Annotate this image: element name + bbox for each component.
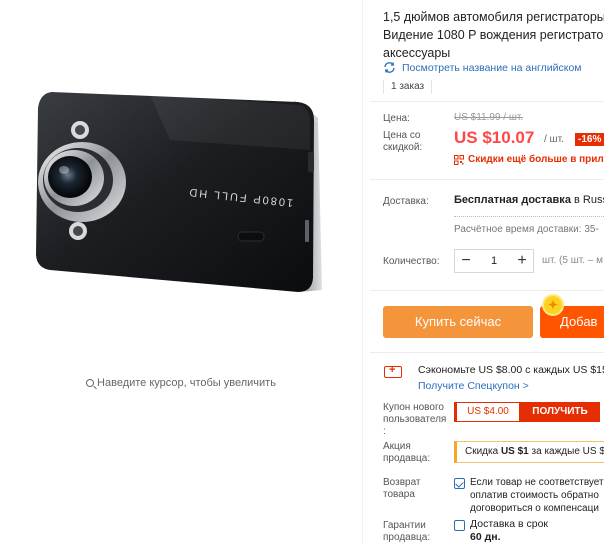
savings-text: Сэкономьте US $8.00 с каждых US $150. [418,364,604,376]
translate-icon [384,62,395,73]
buy-now-button[interactable]: Купить сейчас [383,306,533,338]
shipping-free: Бесплатная доставка [454,194,571,206]
shipping-time: Расчётное время доставки: 35- [454,224,599,235]
divider [454,216,604,217]
new-user-coupon-label: Купон нового пользователя : [383,402,447,437]
divider [370,101,604,102]
product-image[interactable]: 1080P FULL HD [0,0,362,545]
quantity-note: шт. (5 шт. – м [542,255,603,266]
price-label: Цена: [383,113,410,124]
shipping-country: в Russia [573,194,604,206]
product-title: 1,5 дюймов автомобиля регистраторы Виден… [383,10,604,60]
quantity-input[interactable]: 1 [477,255,511,267]
divider [370,290,604,291]
discount-badge: -16% [575,133,604,146]
returns-label: Возврат товара [383,477,421,500]
zoom-hint: Наведите курсор, чтобы увеличить [0,377,362,389]
product-info: 1,5 дюймов автомобиля регистраторы Виден… [370,0,604,545]
qr-code-icon [454,154,464,165]
guarantee-delivery: Доставка в срок [470,518,549,530]
coin-icon: ✦ [542,294,564,316]
translate-link[interactable]: Посмотреть название на английском [383,61,582,74]
translate-link-text[interactable]: Посмотреть название на английском [402,62,582,74]
coupon-amount: US $4.00 [454,402,520,422]
calendar-icon [454,520,465,531]
quantity-label: Количество: [383,256,440,267]
guarantee-days: 60 дн. [470,531,501,543]
shipping-value[interactable]: Бесплатная доставка в Russia [454,194,604,206]
divider [362,0,363,545]
quantity-decrease-button[interactable]: − [455,250,477,272]
divider [370,352,604,353]
shipping-label: Доставка: [383,196,429,207]
app-promo-text[interactable]: Скидки ещё больше в прило [468,154,604,165]
seller-promo-label: Акция продавца: [383,441,431,464]
quantity-increase-button[interactable]: + [511,250,533,272]
old-price: US $11.99 / шт. [454,112,524,123]
per-unit: / шт. [544,134,564,145]
get-coupon-button[interactable]: ПОЛУЧИТЬ [520,402,600,422]
return-check-icon [454,478,465,489]
current-price: US $10.07 [454,128,535,147]
seller-promo-amount: US $1 [500,446,529,457]
app-promo[interactable]: Скидки ещё больше в прило [454,154,604,165]
seller-promo-prefix: Скидка [465,446,501,457]
zoom-hint-text: Наведите курсор, чтобы увеличить [97,377,276,389]
divider [370,179,604,180]
coupon-ticket-icon [384,364,402,378]
discount-price-label: Цена со скидкой: [383,130,423,153]
quantity-stepper: − 1 + [454,249,534,273]
get-special-coupon-link[interactable]: Получите Спецкупон > [418,380,529,392]
seller-promo-suffix: за каждые US $5 [528,446,604,457]
guarantee-label: Гарантии продавца: [383,520,431,543]
guarantee-text: Доставка в срок 60 дн. [470,518,548,544]
magnifier-icon [86,379,95,387]
returns-text: Если товар не соответствует оплатив стои… [470,477,604,514]
seller-promo-badge[interactable]: Скидка US $1 за каждые US $5 [454,441,604,463]
orders-count: 1 заказ [383,80,433,94]
product-gallery: 1080P FULL HD Наведите курсор, чтобы уве… [0,0,362,545]
